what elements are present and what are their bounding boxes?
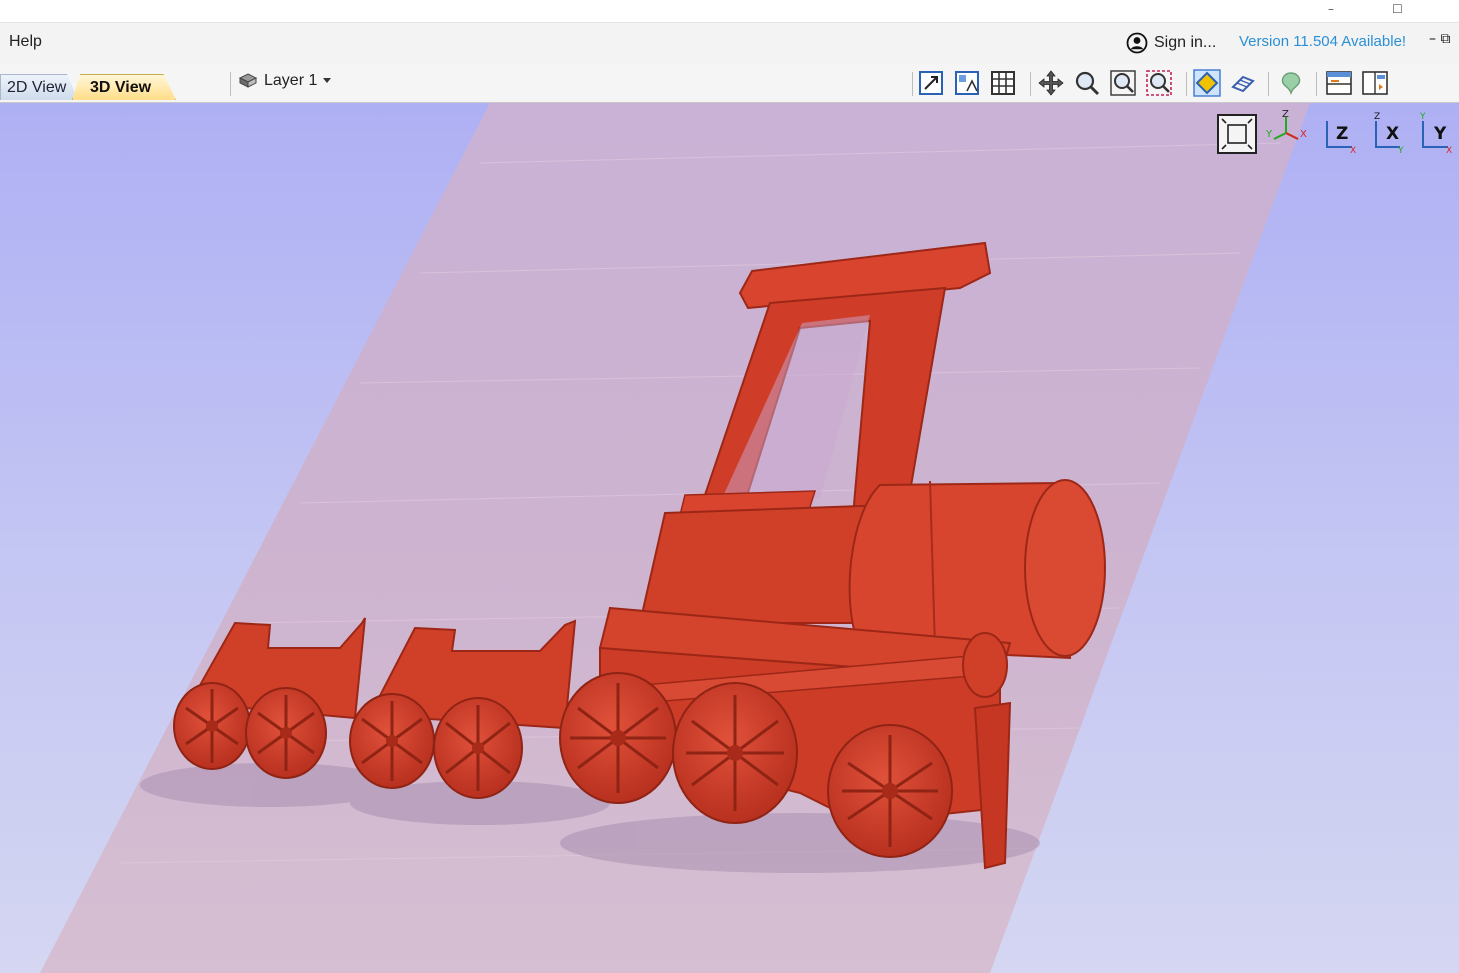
zoom-in-icon[interactable] bbox=[1073, 69, 1101, 97]
toolbar-separator bbox=[1030, 72, 1031, 96]
side-view-button[interactable]: Z X Y bbox=[1374, 112, 1404, 156]
top-view-button[interactable]: Y Y X bbox=[1419, 112, 1452, 156]
minimize-button[interactable]: – bbox=[1328, 2, 1334, 16]
shaded-view-icon[interactable] bbox=[1193, 69, 1221, 97]
wireframe-view-icon[interactable] bbox=[1229, 69, 1257, 97]
tab-3d-view[interactable]: 3D View bbox=[72, 74, 176, 100]
axis-label-z: Z bbox=[1282, 109, 1289, 120]
panel-toggle-icon[interactable] bbox=[1361, 69, 1389, 97]
zoom-extents-icon[interactable] bbox=[1109, 69, 1137, 97]
zoom-extents-3d-button[interactable] bbox=[1217, 114, 1257, 154]
toolpath-preview-icon[interactable] bbox=[1277, 69, 1305, 97]
3d-viewport[interactable]: Z Y X Z X Z X Y Y Y X bbox=[0, 103, 1459, 973]
view-orientation-toolbar: Z Y X Z X Z X Y Y Y X bbox=[1217, 109, 1452, 156]
sign-in-button[interactable]: Sign in... bbox=[1126, 32, 1216, 54]
axis-label-x: X bbox=[1386, 124, 1399, 144]
view-toolbar: 2D View 3D View Layer 1 bbox=[0, 64, 1459, 103]
axis-label-x: X bbox=[1300, 129, 1307, 140]
axis-label-y-small: Y bbox=[1419, 112, 1426, 122]
toolbar-separator bbox=[1316, 72, 1317, 96]
grid-icon[interactable] bbox=[989, 69, 1017, 97]
axis-label-y: Y bbox=[1397, 146, 1404, 156]
restore-doc-glyph: ⧉ bbox=[1440, 31, 1451, 47]
layer-dropdown[interactable]: Layer 1 bbox=[238, 72, 332, 90]
menu-help[interactable]: Help bbox=[9, 33, 42, 51]
fit-view-icon[interactable] bbox=[917, 69, 945, 97]
version-available-link[interactable]: Version 11.504 Available! bbox=[1239, 33, 1406, 50]
restore-window-button[interactable]: – ⧉ bbox=[1429, 31, 1450, 47]
front-view-button[interactable]: Z X bbox=[1326, 121, 1356, 156]
layer-stack-icon bbox=[238, 73, 258, 88]
user-account-icon bbox=[1126, 32, 1148, 54]
toolbar-separator bbox=[230, 72, 231, 96]
drawing-overlay-icon[interactable] bbox=[953, 69, 981, 97]
toolbar-separator bbox=[912, 72, 913, 96]
chevron-down-icon bbox=[323, 78, 332, 83]
axis-label-y: Y bbox=[1433, 124, 1447, 144]
layer-label: Layer 1 bbox=[264, 72, 318, 89]
toolbar-separator bbox=[1268, 72, 1269, 96]
zoom-box-icon[interactable] bbox=[1145, 69, 1173, 97]
3d-scene[interactable]: Z Y X Z X Z X Y Y Y X bbox=[0, 103, 1459, 973]
axis-label-x: X bbox=[1350, 146, 1356, 156]
axis-label-z: Z bbox=[1336, 124, 1348, 144]
title-bar: – ☐ bbox=[0, 0, 1459, 22]
split-view-icon[interactable] bbox=[1325, 69, 1353, 97]
menu-bar: Help Sign in... Version 11.504 Available… bbox=[0, 22, 1459, 65]
axis-label-x: X bbox=[1446, 146, 1452, 156]
sign-in-label: Sign in... bbox=[1154, 34, 1217, 51]
tab-2d-view[interactable]: 2D View bbox=[0, 74, 78, 100]
pan-icon[interactable] bbox=[1037, 69, 1065, 97]
axis-label-z-small: Z bbox=[1374, 112, 1380, 122]
toolbar-separator bbox=[1186, 72, 1187, 96]
axis-label-y: Y bbox=[1265, 129, 1273, 140]
minimize-doc-glyph: – bbox=[1429, 31, 1436, 47]
maximize-button[interactable]: ☐ bbox=[1392, 2, 1403, 16]
